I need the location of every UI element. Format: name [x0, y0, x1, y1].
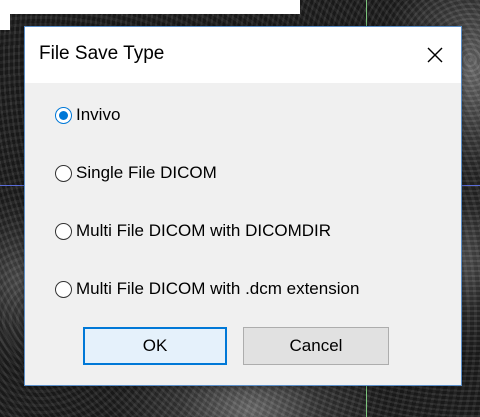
- ok-button[interactable]: OK: [83, 327, 227, 365]
- option-label: Multi File DICOM with DICOMDIR: [76, 221, 332, 240]
- window-edge: [0, 0, 300, 14]
- option-label: Single File DICOM: [76, 163, 217, 182]
- file-save-type-dialog: File Save Type Invivo Single File DICOM …: [24, 26, 462, 386]
- radio-unchecked-icon[interactable]: [55, 222, 72, 240]
- dialog-title: File Save Type: [39, 43, 165, 64]
- option-multi-file-dcm-extension[interactable]: Multi File DICOM with .dcm extension: [55, 279, 359, 299]
- option-invivo[interactable]: Invivo: [55, 105, 120, 125]
- close-button[interactable]: [409, 27, 461, 83]
- dialog-titlebar: File Save Type: [25, 27, 461, 83]
- radio-unchecked-icon[interactable]: [55, 164, 72, 182]
- cancel-button[interactable]: Cancel: [243, 327, 389, 365]
- close-icon: [427, 47, 443, 63]
- option-multi-file-dicomdir[interactable]: Multi File DICOM with DICOMDIR: [55, 221, 331, 241]
- option-label: Multi File DICOM with .dcm extension: [76, 279, 360, 298]
- option-label: Invivo: [76, 105, 121, 124]
- radio-checked-icon[interactable]: [55, 106, 72, 124]
- radio-unchecked-icon[interactable]: [55, 280, 72, 298]
- option-single-file-dicom[interactable]: Single File DICOM: [55, 163, 217, 183]
- window-edge-left: [0, 0, 10, 30]
